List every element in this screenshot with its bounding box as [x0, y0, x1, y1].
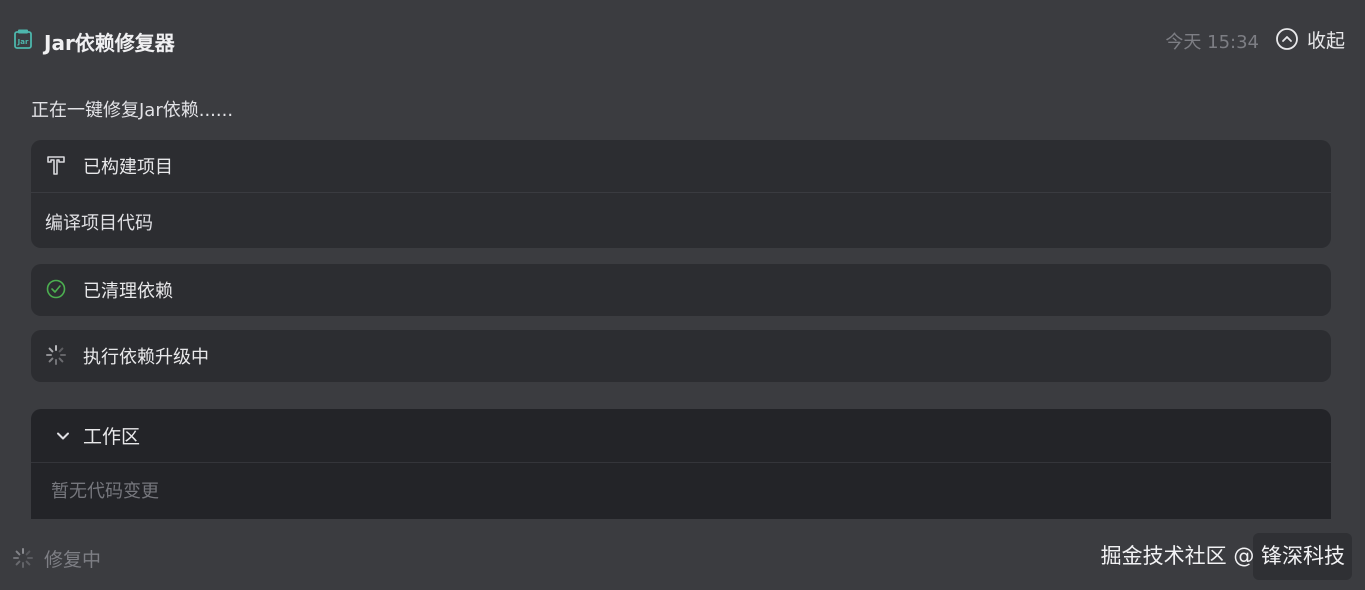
collapse-button[interactable]: 收起 — [1275, 25, 1345, 53]
footer-status: 修复中 — [12, 545, 101, 571]
step-header: 执行依赖升级中 — [31, 330, 1331, 382]
app-title: Jar依赖修复器 — [44, 31, 175, 55]
hammer-icon — [47, 156, 65, 175]
step-detail: 编译项目代码 — [31, 192, 1331, 248]
step-label: 已构建项目 — [83, 157, 173, 178]
svg-text:Jar: Jar — [17, 38, 29, 46]
collapse-label: 收起 — [1306, 29, 1345, 52]
step-header: 已构建项目 — [31, 140, 1331, 192]
panel-header: Jar Jar依赖修复器 今天 15:34 收起 — [12, 24, 1345, 56]
jar-icon: Jar — [14, 29, 32, 49]
step-label: 执行依赖升级中 — [83, 347, 209, 368]
status-label: 修复中 — [44, 548, 102, 571]
chevron-up-circle-icon — [1276, 28, 1298, 50]
step-card-build: 已构建项目 编译项目代码 — [31, 140, 1331, 248]
check-circle-icon — [46, 279, 66, 299]
step-header: 已清理依赖 — [31, 264, 1331, 316]
chevron-down-icon — [57, 432, 69, 440]
timestamp: 今天 15:34 — [1165, 32, 1259, 53]
step-card-clean: 已清理依赖 — [31, 264, 1331, 316]
step-card-upgrade: 执行依赖升级中 — [31, 330, 1331, 382]
step-label: 已清理依赖 — [83, 281, 173, 302]
watermark-text: 掘金技术社区 @ 锋深科技 — [1100, 544, 1345, 568]
workspace-toggle[interactable]: 工作区 — [31, 409, 1331, 463]
step-detail-text: 编译项目代码 — [45, 213, 153, 234]
repair-panel: Jar Jar依赖修复器 今天 15:34 收起 正在一键修复Jar依赖....… — [0, 0, 1365, 590]
workspace-panel: 工作区 暂无代码变更 — [31, 409, 1331, 519]
spinner-icon — [13, 548, 33, 568]
workspace-title: 工作区 — [83, 426, 141, 448]
workspace-empty-text: 暂无代码变更 — [51, 481, 159, 502]
spinner-icon — [46, 345, 66, 365]
intro-text: 正在一键修复Jar依赖...... — [31, 100, 234, 121]
